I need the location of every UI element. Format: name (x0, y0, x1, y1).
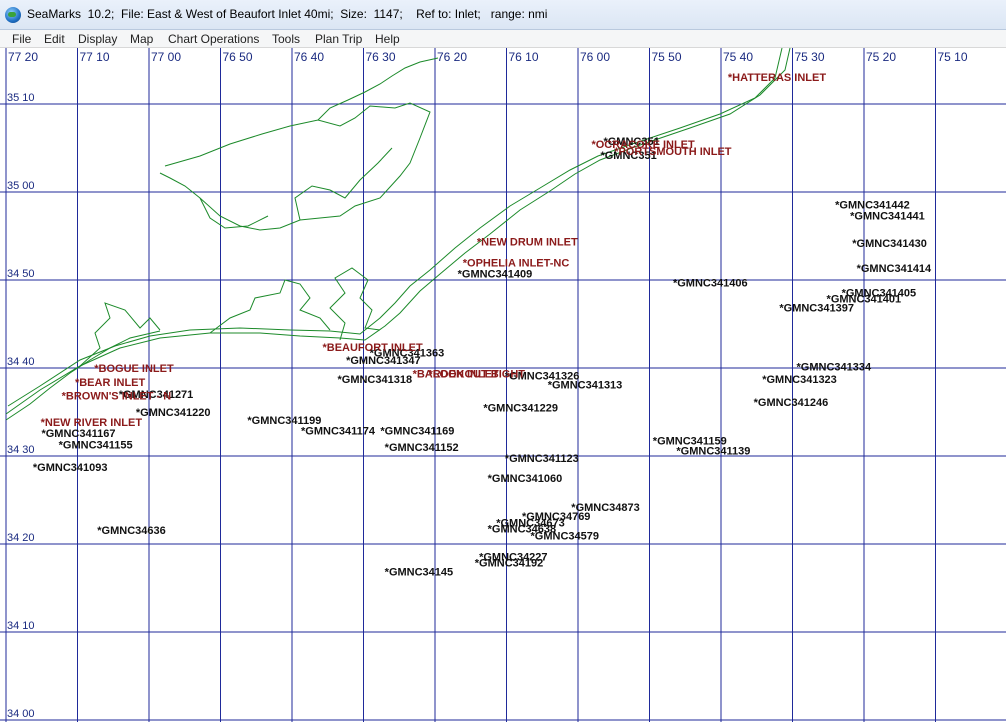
lon-tick-label: 76 10 (509, 50, 539, 64)
lon-tick-label: 75 40 (723, 50, 753, 64)
marker-label[interactable]: *GMNC34192 (475, 557, 543, 569)
marker-label[interactable]: *GMNC34145 (385, 566, 453, 578)
lon-tick-label: 76 30 (366, 50, 396, 64)
menu-help[interactable]: Help (375, 32, 400, 46)
marker-label[interactable]: *GMNC34636 (97, 525, 165, 537)
lon-tick-label: 77 10 (80, 50, 110, 64)
menu-plan-trip[interactable]: Plan Trip (315, 32, 362, 46)
marker-label[interactable]: *GMNC341414 (857, 263, 932, 275)
menu-chart-operations[interactable]: Chart Operations (168, 32, 259, 46)
marker-layer: *GMNC351*GMNC351*GMNC341442*GMNC341441*G… (33, 136, 932, 578)
marker-label[interactable]: *GMNC341152 (385, 442, 459, 454)
lon-tick-label: 75 20 (866, 50, 896, 64)
marker-label[interactable]: *GMNC341155 (59, 440, 133, 452)
inlet-label[interactable]: *BROWN'S INLET - N (62, 390, 172, 402)
menu-edit[interactable]: Edit (44, 32, 65, 46)
inlet-label[interactable]: *BEAUFORT INLET (322, 342, 423, 354)
marker-label[interactable]: *GMNC341334 (797, 361, 872, 373)
lon-tick-label: 77 00 (151, 50, 181, 64)
marker-label[interactable]: *GMNC341229 (483, 403, 558, 415)
inlet-label[interactable]: *BOGUE INLET (94, 363, 174, 375)
lon-tick-label: 76 00 (580, 50, 610, 64)
lat-tick-label: 35 10 (7, 92, 35, 104)
lat-tick-label: 35 00 (7, 180, 35, 192)
menu-map[interactable]: Map (130, 32, 153, 46)
inlet-label[interactable]: *HATTERAS INLET (728, 72, 826, 84)
inlet-label[interactable]: *PORTSMOUTH INLET (614, 146, 732, 158)
window-title: SeaMarks 10.2; File: East & West of Beau… (27, 7, 548, 21)
marker-label[interactable]: *GMNC341441 (850, 210, 925, 222)
marker-label[interactable]: *GMNC341169 (380, 425, 454, 437)
inlet-label[interactable]: *LOOKOUT BIGHT (428, 368, 525, 380)
marker-label[interactable]: *GMNC341318 (337, 374, 412, 386)
inlet-label[interactable]: *OPHELIA INLET-NC (463, 257, 570, 269)
marker-label[interactable]: *GMNC341347 (346, 355, 421, 367)
marker-label[interactable]: *GMNC341406 (673, 277, 748, 289)
inlet-layer: *HATTERAS INLET*OCRACOKE INLET*PORTSMOUT… (41, 72, 827, 429)
marker-label[interactable]: *GMNC341246 (754, 397, 829, 409)
title-bar: SeaMarks 10.2; File: East & West of Beau… (0, 0, 1006, 30)
marker-label[interactable]: *GMNC341313 (548, 379, 623, 391)
marker-label[interactable]: *GMNC34579 (531, 530, 599, 542)
lon-tick-label: 76 20 (437, 50, 467, 64)
lon-tick-label: 77 20 (8, 50, 38, 64)
chart-canvas[interactable]: 77 20 77 10 77 00 76 50 76 40 76 30 76 20 76 10… (0, 48, 1006, 722)
menu-display[interactable]: Display (78, 32, 117, 46)
lon-tick-label: 75 50 (652, 50, 682, 64)
marker-label[interactable]: *GMNC341123 (505, 453, 579, 465)
lon-tick-label: 75 10 (938, 50, 968, 64)
lat-tick-label: 34 20 (7, 532, 35, 544)
lon-tick-label: 76 40 (294, 50, 324, 64)
marker-label[interactable]: *GMNC341220 (136, 407, 211, 419)
marker-label[interactable]: *GMNC341430 (852, 238, 927, 250)
menu-bar: File Edit Display Map Chart Operations T… (0, 30, 1006, 48)
lon-tick-label: 75 30 (795, 50, 825, 64)
menu-file[interactable]: File (12, 32, 31, 46)
marker-label[interactable]: *GMNC341323 (762, 374, 837, 386)
menu-tools[interactable]: Tools (272, 32, 300, 46)
lat-tick-label: 34 50 (7, 268, 35, 280)
lat-tick-label: 34 30 (7, 444, 35, 456)
marker-label[interactable]: *GMNC341167 (41, 428, 115, 440)
lon-tick-label: 76 50 (223, 50, 253, 64)
marker-label[interactable]: *GMNC341060 (488, 473, 563, 485)
marker-label[interactable]: *GMNC341174 (301, 425, 376, 437)
lat-lon-grid: 77 20 77 10 77 00 76 50 76 40 76 30 76 20 76 10… (0, 48, 1006, 722)
inlet-label[interactable]: *NEW DRUM INLET (477, 236, 578, 248)
marker-label[interactable]: *GMNC341397 (779, 302, 854, 314)
lat-tick-label: 34 00 (7, 708, 35, 720)
lat-tick-label: 34 10 (7, 620, 35, 632)
marker-label[interactable]: *GMNC341093 (33, 462, 108, 474)
lat-tick-label: 34 40 (7, 356, 35, 368)
inlet-label[interactable]: *NEW RIVER INLET (41, 417, 143, 429)
marker-label[interactable]: *GMNC341409 (458, 269, 533, 281)
marker-label[interactable]: *GMNC341139 (676, 445, 750, 457)
inlet-label[interactable]: *BEAR INLET (75, 377, 146, 389)
globe-icon (5, 7, 21, 23)
